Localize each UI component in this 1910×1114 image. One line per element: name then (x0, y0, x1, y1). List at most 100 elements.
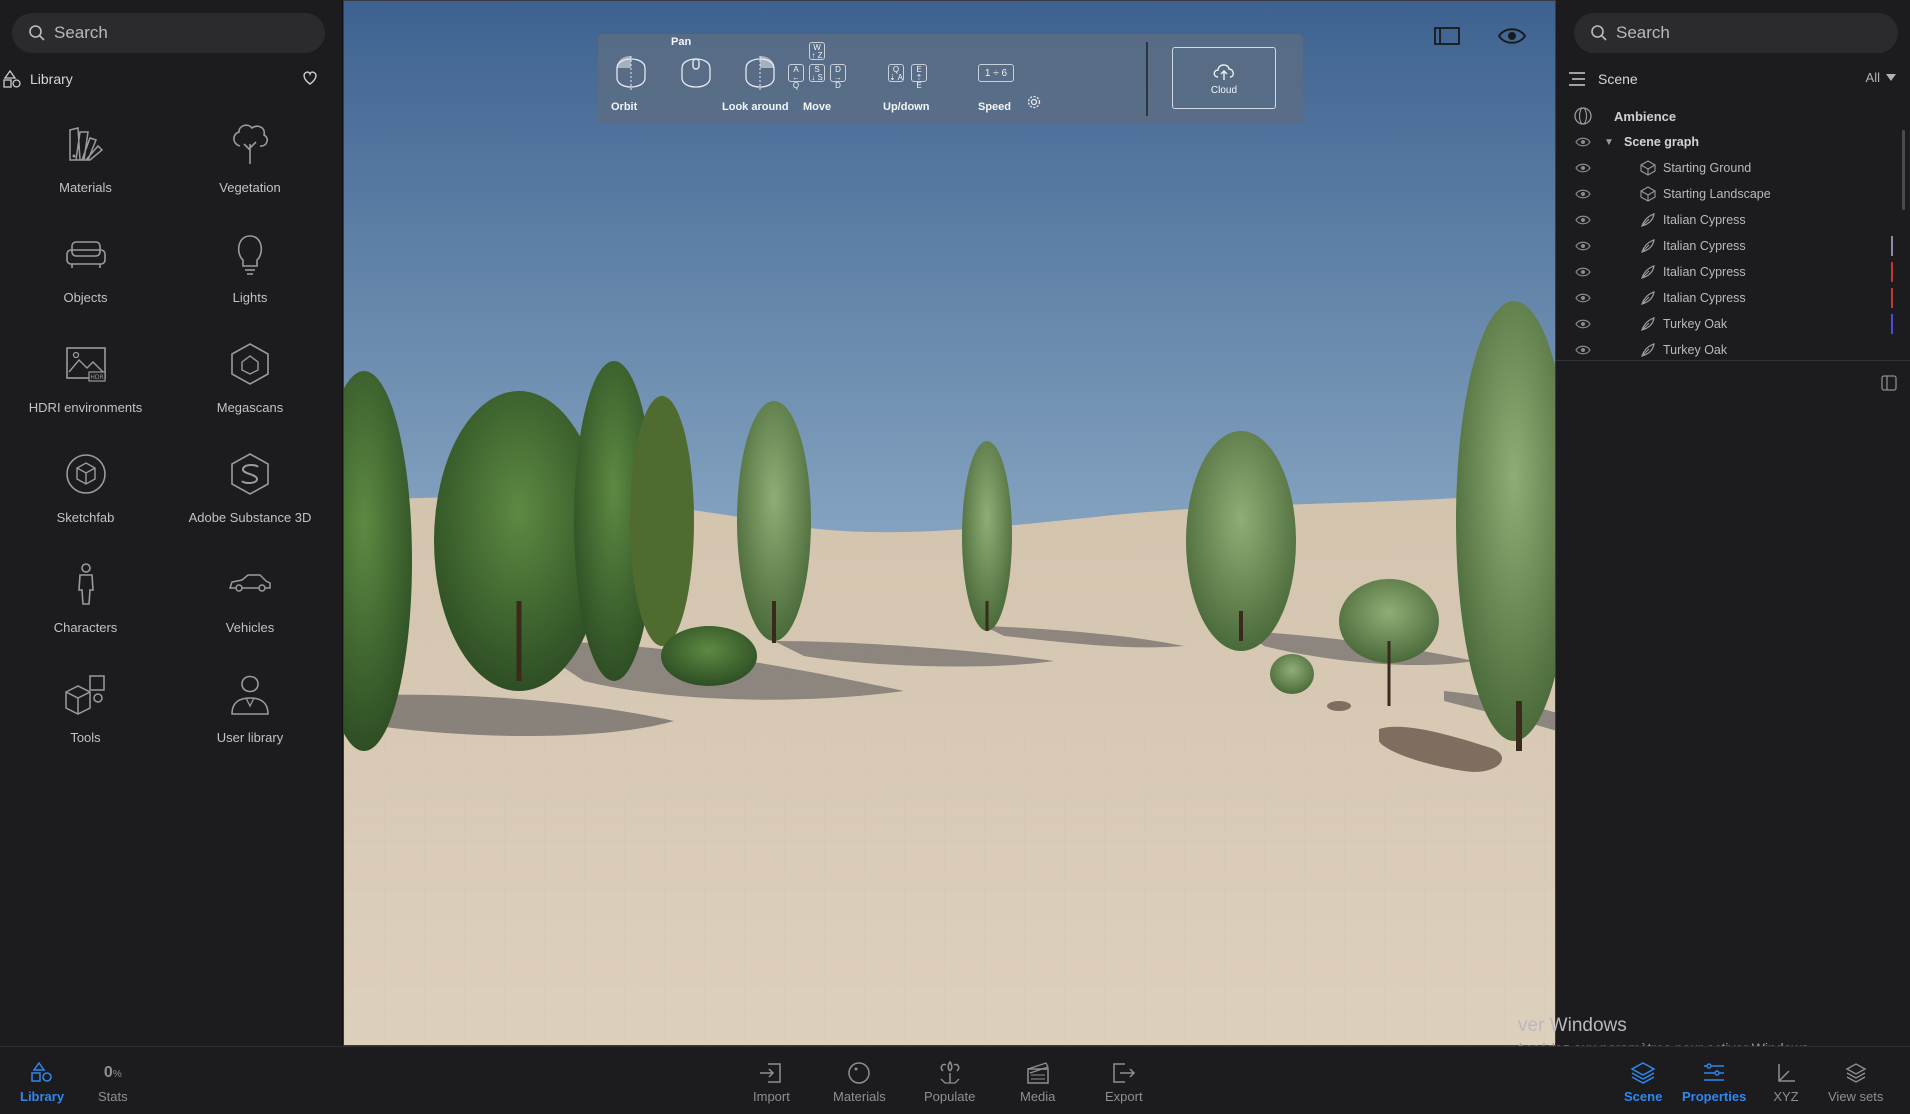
library-item-label: Lights (232, 290, 268, 305)
tree-row-node[interactable]: Italian Cypress (1556, 259, 1910, 285)
settings-gear-icon[interactable] (1026, 94, 1042, 110)
library-item-megascans[interactable]: Megascans (171, 340, 329, 450)
tab-populate[interactable]: Populate (924, 1061, 975, 1104)
scene-tree-scrollbar[interactable] (1902, 130, 1905, 210)
scene-render[interactable] (344, 1, 1556, 1046)
eye-icon[interactable] (1575, 214, 1591, 226)
library-item-label: Vegetation (219, 180, 281, 195)
scene-search-input[interactable] (1616, 23, 1856, 43)
eye-icon[interactable] (1575, 292, 1591, 304)
key-w: W ↑ Z (809, 42, 825, 60)
tree-row-node[interactable]: Turkey Oak (1556, 337, 1910, 358)
library-item-sketchfab[interactable]: Sketchfab (0, 450, 171, 560)
hud-separator (1146, 42, 1148, 116)
mouse-left-click-icon (616, 56, 646, 90)
library-item-tools[interactable]: Tools (0, 670, 171, 780)
scene-filter-dropdown[interactable]: All (1866, 70, 1896, 85)
tab-media[interactable]: Media (1020, 1061, 1055, 1104)
library-item-substance[interactable]: Adobe Substance 3D (171, 450, 329, 560)
3d-viewport[interactable]: Orbit Pan Look around W ↑ Z A ← Q S ↓ S D → … (343, 0, 1556, 1046)
tree-row-node[interactable]: Starting Ground (1556, 155, 1910, 181)
tree-row-scene-graph[interactable]: ▼ Scene graph (1556, 129, 1910, 155)
lightbulb-icon (237, 235, 263, 275)
tab-materials[interactable]: Materials (833, 1061, 886, 1104)
library-categories: Materials Vegetation Objects Lights HDR … (0, 120, 343, 780)
globe-icon (1574, 107, 1592, 125)
library-item-label: Materials (59, 180, 112, 195)
tab-scene[interactable]: Scene (1624, 1061, 1662, 1104)
ambience-label: Ambience (1614, 108, 1677, 124)
clapperboard-icon (1026, 1062, 1049, 1084)
library-item-vehicles[interactable]: Vehicles (171, 560, 329, 670)
hud-move-label: Move (803, 101, 832, 113)
landscape-grid-icon (1640, 160, 1656, 176)
color-tag-bar (1891, 314, 1893, 334)
library-shapes-icon (3, 69, 21, 88)
cloud-label: Cloud (1210, 85, 1238, 96)
tab-xyz[interactable]: XYZ (1773, 1061, 1799, 1104)
key-s: S ↓ S (809, 64, 825, 82)
library-search-box[interactable] (12, 13, 325, 53)
tab-export[interactable]: Export (1105, 1061, 1143, 1104)
tree-row-node[interactable]: Italian Cypress (1556, 285, 1910, 311)
favorites-heart-icon[interactable] (301, 69, 319, 87)
tree-row-node[interactable]: Italian Cypress (1556, 207, 1910, 233)
svg-text:HDR: HDR (90, 374, 103, 381)
visibility-eye-icon[interactable] (1497, 23, 1527, 49)
library-item-label: User library (216, 730, 284, 745)
properties-list-icon (1704, 1063, 1725, 1081)
leaf-icon (1641, 213, 1655, 227)
user-icon (231, 675, 269, 715)
viewport-frame-icon[interactable] (1432, 23, 1462, 49)
panel-divider[interactable] (1556, 360, 1910, 361)
scene-search-box[interactable] (1574, 13, 1898, 53)
tree-row-node[interactable]: Turkey Oak (1556, 311, 1910, 337)
eye-icon[interactable] (1575, 188, 1591, 200)
split-panel-icon[interactable] (1880, 374, 1898, 392)
tab-import[interactable]: Import (753, 1061, 790, 1104)
tab-properties-label: Properties (1682, 1089, 1747, 1104)
car-icon (228, 574, 271, 592)
scene-graph-label: Scene graph (1624, 135, 1700, 149)
tab-stats[interactable]: 0% Stats (98, 1061, 128, 1104)
tab-view-sets[interactable]: View sets (1828, 1061, 1883, 1104)
color-tag-bar (1891, 236, 1893, 256)
tree-row-ambience[interactable]: Ambience (1556, 103, 1910, 129)
hud-look-around-label: Look around (722, 101, 789, 113)
eye-icon[interactable] (1575, 162, 1591, 174)
tab-library-label: Library (20, 1089, 65, 1104)
expand-caret-icon[interactable]: ▼ (1604, 137, 1614, 148)
scene-header: Scene All (1568, 68, 1908, 90)
eye-icon[interactable] (1575, 240, 1591, 252)
library-item-hdri[interactable]: HDR HDRI environments (0, 340, 171, 450)
library-item-lights[interactable]: Lights (171, 230, 329, 340)
tree-row-node[interactable]: Italian Cypress (1556, 233, 1910, 259)
eye-icon[interactable] (1575, 266, 1591, 278)
library-item-user-library[interactable]: User library (171, 670, 329, 780)
megascans-icon (231, 343, 269, 385)
leaf-icon (1641, 291, 1655, 305)
hdri-icon: HDR (65, 347, 106, 382)
eye-icon[interactable] (1575, 318, 1591, 330)
library-item-label: Characters (53, 620, 118, 635)
tab-properties[interactable]: Properties (1682, 1061, 1746, 1104)
eye-icon[interactable] (1575, 136, 1591, 148)
library-item-characters[interactable]: Characters (0, 560, 171, 670)
import-icon (760, 1063, 782, 1083)
library-panel: Library Materials Vegetation Objects Lig… (0, 0, 343, 1046)
library-item-objects[interactable]: Objects (0, 230, 171, 340)
library-item-label: Tools (70, 730, 101, 745)
eye-icon[interactable] (1575, 344, 1591, 356)
view-sets-icon (1845, 1063, 1867, 1083)
library-header: Library (0, 66, 343, 92)
cloud-button[interactable]: Cloud (1172, 47, 1276, 109)
library-item-materials[interactable]: Materials (0, 120, 171, 230)
tab-library[interactable]: Library (20, 1061, 64, 1104)
library-search-input[interactable] (54, 23, 294, 43)
library-item-vegetation[interactable]: Vegetation (171, 120, 329, 230)
node-label: Italian Cypress (1663, 291, 1746, 305)
export-icon (1113, 1063, 1135, 1083)
tree-row-node[interactable]: Starting Landscape (1556, 181, 1910, 207)
sofa-icon (65, 241, 106, 268)
library-item-label: HDRI environments (28, 400, 143, 415)
